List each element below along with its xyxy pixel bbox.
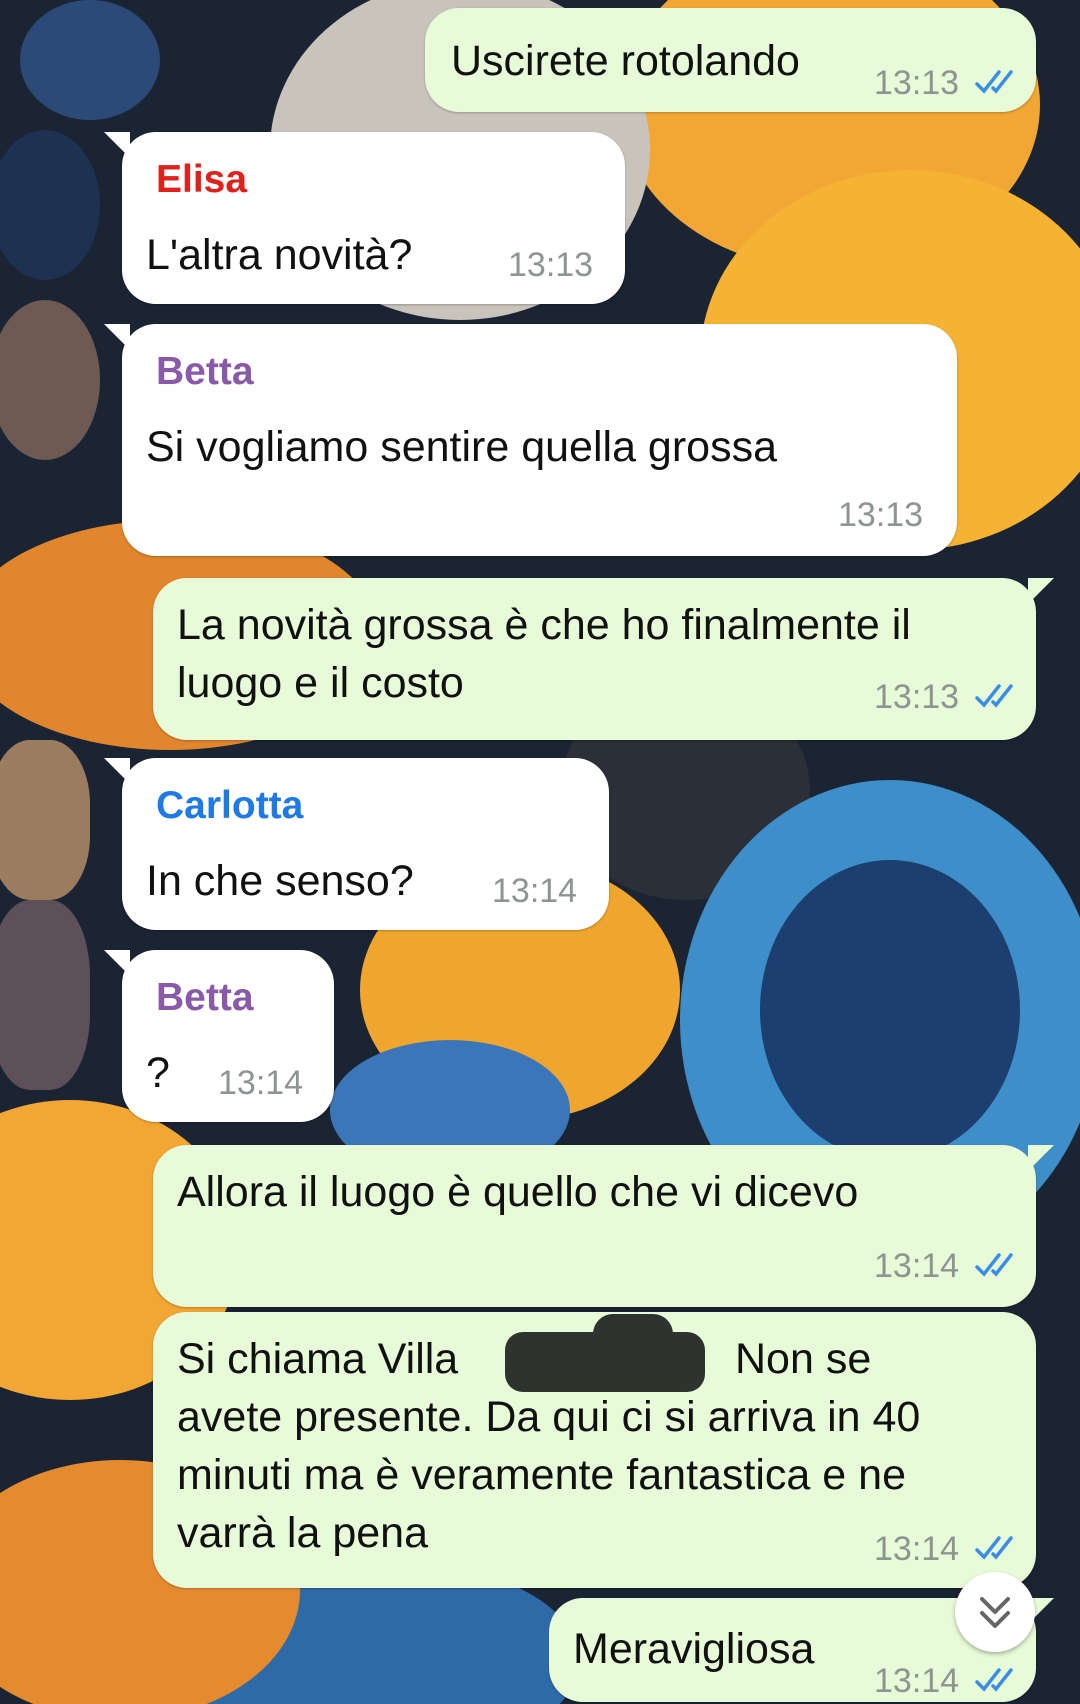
message-time: 13:13	[874, 678, 960, 716]
double-chevron-down-icon	[980, 1597, 1010, 1628]
message-text: ?	[146, 1049, 170, 1097]
read-receipt-icon	[975, 1253, 1013, 1277]
message-bubble-outgoing[interactable]: Uscirete rotolando 13:13	[425, 8, 1036, 112]
message-text: Si vogliamo sentire quella grossa	[146, 423, 777, 471]
message-bubble-outgoing[interactable]: La novità grossa è che ho finalmente il …	[153, 578, 1054, 740]
sender-name[interactable]: Betta	[156, 350, 254, 394]
message-time: 13:14	[874, 1662, 960, 1700]
message-text: Meravigliosa	[573, 1625, 815, 1673]
message-bubble-incoming[interactable]: Elisa L'altra novità? 13:13	[104, 132, 625, 304]
read-receipt-icon	[975, 70, 1013, 94]
message-text: La novità grossa è che ho finalmente il	[177, 601, 911, 649]
message-bubble-outgoing[interactable]: Si chiama Villa Non se avete presente. D…	[153, 1312, 1036, 1588]
message-bubble-incoming[interactable]: Betta Si vogliamo sentire quella grossa …	[104, 324, 957, 556]
scroll-to-bottom-button[interactable]	[955, 1572, 1035, 1652]
message-text: L'altra novità?	[146, 231, 413, 279]
message-time: 13:14	[874, 1530, 960, 1568]
read-receipt-icon	[975, 1536, 1013, 1560]
redacted-name	[593, 1314, 673, 1354]
message-text: In che senso?	[146, 857, 414, 905]
message-time: 13:14	[492, 872, 578, 910]
message-bubble-incoming[interactable]: Carlotta In che senso? 13:14	[104, 758, 609, 930]
message-text: Si chiama Villa	[177, 1335, 459, 1383]
message-time: 13:13	[874, 64, 960, 102]
read-receipt-icon	[975, 684, 1013, 708]
message-text: minuti ma è veramente fantastica e ne	[177, 1451, 906, 1499]
message-text: varrà la pena	[177, 1509, 428, 1557]
message-text: Non se	[735, 1335, 872, 1383]
sender-name[interactable]: Betta	[156, 976, 254, 1020]
read-receipt-icon	[975, 1668, 1013, 1692]
message-time: 13:13	[508, 246, 594, 284]
message-list[interactable]: Uscirete rotolando 13:13 Elisa L'altra n…	[0, 0, 1080, 1704]
message-time: 13:14	[874, 1247, 960, 1285]
message-text: avete presente. Da qui ci si arriva in 4…	[177, 1393, 921, 1441]
sender-name[interactable]: Carlotta	[156, 784, 303, 828]
message-text: Allora il luogo è quello che vi dicevo	[177, 1168, 859, 1216]
message-text: Uscirete rotolando	[451, 37, 800, 85]
message-bubble-outgoing[interactable]: Allora il luogo è quello che vi dicevo 1…	[153, 1145, 1054, 1307]
message-text: luogo e il costo	[177, 659, 464, 707]
message-bubble-incoming[interactable]: Betta ? 13:14	[104, 950, 334, 1122]
message-time: 13:13	[838, 496, 924, 534]
message-time: 13:14	[218, 1064, 304, 1102]
sender-name[interactable]: Elisa	[156, 158, 247, 202]
